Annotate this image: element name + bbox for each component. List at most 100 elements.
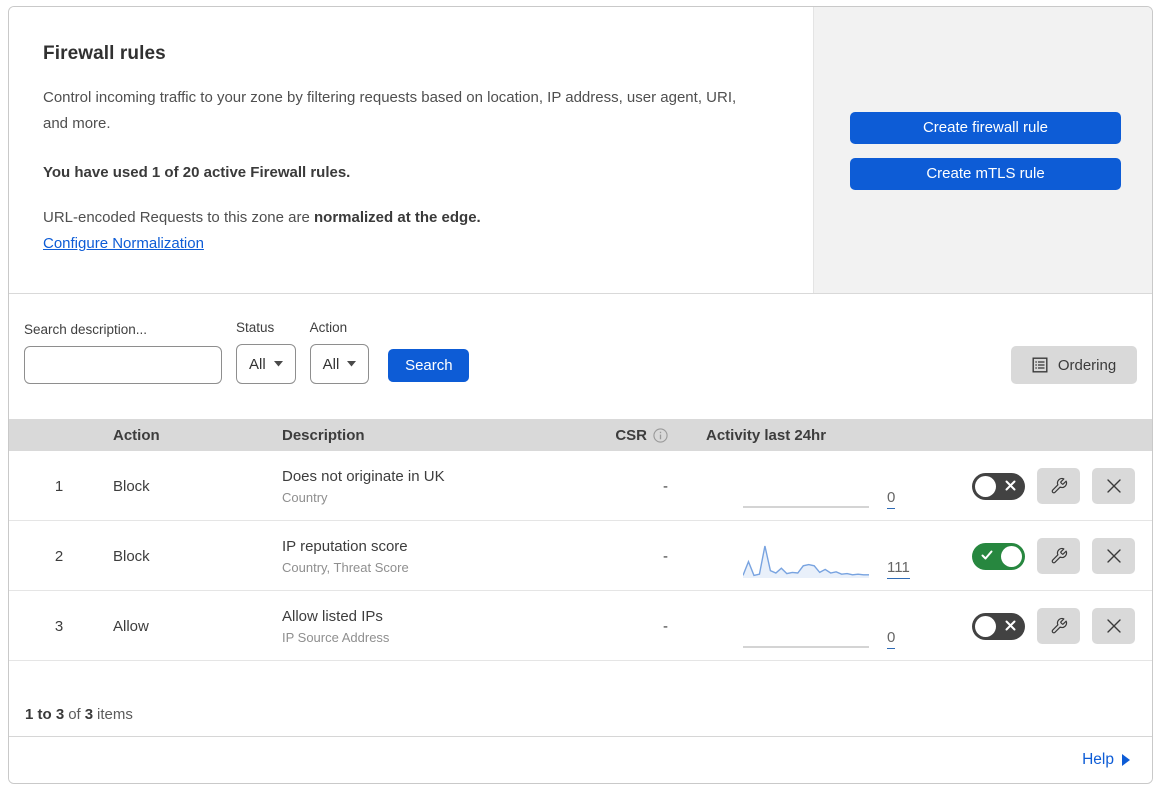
- csr-column-header: CSR: [584, 427, 676, 444]
- table-header: Action Description CSR Activity last 24h…: [9, 419, 1152, 451]
- header-text-block: Firewall rules Control incoming traffic …: [9, 7, 813, 293]
- activity-count-link[interactable]: 111: [887, 560, 910, 579]
- table-row: 3 Allow Allow listed IPs IP Source Addre…: [9, 591, 1152, 661]
- rule-fields: Country: [282, 489, 328, 505]
- table-row: 2 Block IP reputation score Country, Thr…: [9, 521, 1152, 591]
- check-icon: [981, 550, 993, 561]
- delete-rule-button[interactable]: [1092, 468, 1135, 504]
- description-column-header: Description: [282, 426, 365, 444]
- rule-activity-cell: 0: [676, 451, 968, 521]
- create-mtls-rule-button[interactable]: Create mTLS rule: [850, 158, 1121, 190]
- actions-panel: Create firewall rule Create mTLS rule: [813, 7, 1152, 293]
- chevron-down-icon: [347, 361, 357, 367]
- page-description: Control incoming traffic to your zone by…: [43, 89, 737, 132]
- wrench-icon: [1051, 477, 1067, 494]
- action-filter-group: Action All: [309, 320, 370, 384]
- rule-description: Does not originate in UK: [282, 467, 445, 485]
- of-text: of: [68, 706, 81, 723]
- rule-fields: IP Source Address: [282, 629, 390, 645]
- rule-description-cell: IP reputation score Country, Threat Scor…: [274, 538, 584, 575]
- edit-rule-button[interactable]: [1037, 608, 1080, 644]
- rule-priority: 1: [54, 477, 64, 495]
- rule-enabled-toggle[interactable]: [972, 472, 1025, 500]
- close-icon: [1106, 549, 1121, 563]
- help-bar: Help: [9, 737, 1152, 783]
- ordering-button[interactable]: Ordering: [1011, 346, 1137, 384]
- firewall-rules-card: Firewall rules Control incoming traffic …: [8, 6, 1153, 784]
- toggle-knob: [975, 615, 996, 637]
- wrench-icon: [1051, 547, 1067, 564]
- edit-rule-button[interactable]: [1037, 538, 1080, 574]
- rule-controls: [968, 608, 1152, 644]
- arrow-right-icon: [1122, 754, 1130, 766]
- help-link[interactable]: Help: [1082, 751, 1131, 769]
- ordering-list-icon: [1032, 357, 1048, 373]
- activity-sparkline: [743, 545, 869, 578]
- action-column-header: Action: [113, 426, 160, 444]
- rule-priority: 3: [54, 617, 64, 635]
- rule-controls: [968, 468, 1152, 504]
- rule-enabled-toggle[interactable]: [972, 612, 1025, 640]
- normalization-prefix: URL-encoded Requests to this zone are: [43, 209, 314, 226]
- total-count: 3: [84, 706, 94, 723]
- activity-count-link[interactable]: 0: [887, 490, 896, 509]
- configure-normalization-link[interactable]: Configure Normalization: [43, 235, 204, 252]
- rule-action: Block: [113, 477, 150, 495]
- rule-csr-value: -: [663, 547, 668, 565]
- firewall-rules-page: Firewall rules Control incoming traffic …: [0, 0, 1161, 791]
- activity-column-header: Activity last 24hr: [706, 426, 827, 444]
- search-filter-group: Search description...: [24, 322, 231, 384]
- search-input-wrapper: [24, 346, 231, 384]
- rule-activity-cell: 111: [676, 521, 968, 591]
- close-icon: [1106, 619, 1121, 633]
- pagination-summary: 1 to 3 of 3 items: [9, 661, 1152, 737]
- activity-count-link[interactable]: 0: [887, 630, 896, 649]
- close-icon: [1106, 479, 1121, 493]
- csr-header-label: CSR: [615, 426, 647, 444]
- delete-rule-button[interactable]: [1092, 608, 1135, 644]
- rule-controls: [968, 538, 1152, 574]
- chevron-down-icon: [273, 361, 283, 367]
- status-filter-value: All: [249, 355, 266, 373]
- page-title: Firewall rules: [43, 43, 166, 64]
- table-row: 1 Block Does not originate in UK Country…: [9, 451, 1152, 521]
- rule-action: Allow: [113, 617, 149, 635]
- usage-summary: You have used 1 of 20 active Firewall ru…: [43, 164, 351, 181]
- status-label: Status: [236, 320, 275, 335]
- wrench-icon: [1051, 617, 1067, 634]
- items-text: items: [97, 706, 133, 723]
- rule-description: IP reputation score: [282, 537, 408, 555]
- info-icon[interactable]: [653, 427, 668, 443]
- rule-description-cell: Does not originate in UK Country: [274, 468, 584, 505]
- rule-priority: 2: [54, 547, 64, 565]
- search-input[interactable]: [36, 347, 231, 383]
- create-firewall-rule-button[interactable]: Create firewall rule: [850, 112, 1121, 144]
- header-section: Firewall rules Control incoming traffic …: [9, 7, 1152, 294]
- normalization-bold: normalized at the edge.: [314, 209, 481, 226]
- rule-action: Block: [113, 547, 150, 565]
- ordering-button-label: Ordering: [1057, 356, 1117, 374]
- filter-bar: Search description... Status All Action: [9, 294, 1152, 419]
- delete-rule-button[interactable]: [1092, 538, 1135, 574]
- search-button[interactable]: Search: [388, 349, 470, 382]
- toggle-knob: [975, 475, 996, 497]
- rule-description-cell: Allow listed IPs IP Source Address: [274, 608, 584, 645]
- activity-sparkline: [743, 506, 869, 508]
- rule-fields: Country, Threat Score: [282, 559, 409, 575]
- help-label: Help: [1082, 751, 1114, 768]
- action-label: Action: [309, 320, 348, 335]
- edit-rule-button[interactable]: [1037, 468, 1080, 504]
- search-label: Search description...: [24, 322, 148, 337]
- action-filter-dropdown[interactable]: All: [309, 344, 370, 384]
- x-icon: [1005, 620, 1016, 631]
- rule-activity-cell: 0: [676, 591, 968, 661]
- x-icon: [1005, 480, 1016, 491]
- status-filter-group: Status All: [236, 320, 296, 384]
- normalization-text: URL-encoded Requests to this zone are no…: [43, 209, 779, 226]
- rule-csr-value: -: [663, 477, 668, 495]
- status-filter-dropdown[interactable]: All: [236, 344, 296, 384]
- action-filter-value: All: [322, 355, 340, 373]
- rule-csr-value: -: [663, 617, 668, 635]
- range-text: 1 to 3: [25, 706, 65, 723]
- rule-enabled-toggle[interactable]: [972, 542, 1025, 570]
